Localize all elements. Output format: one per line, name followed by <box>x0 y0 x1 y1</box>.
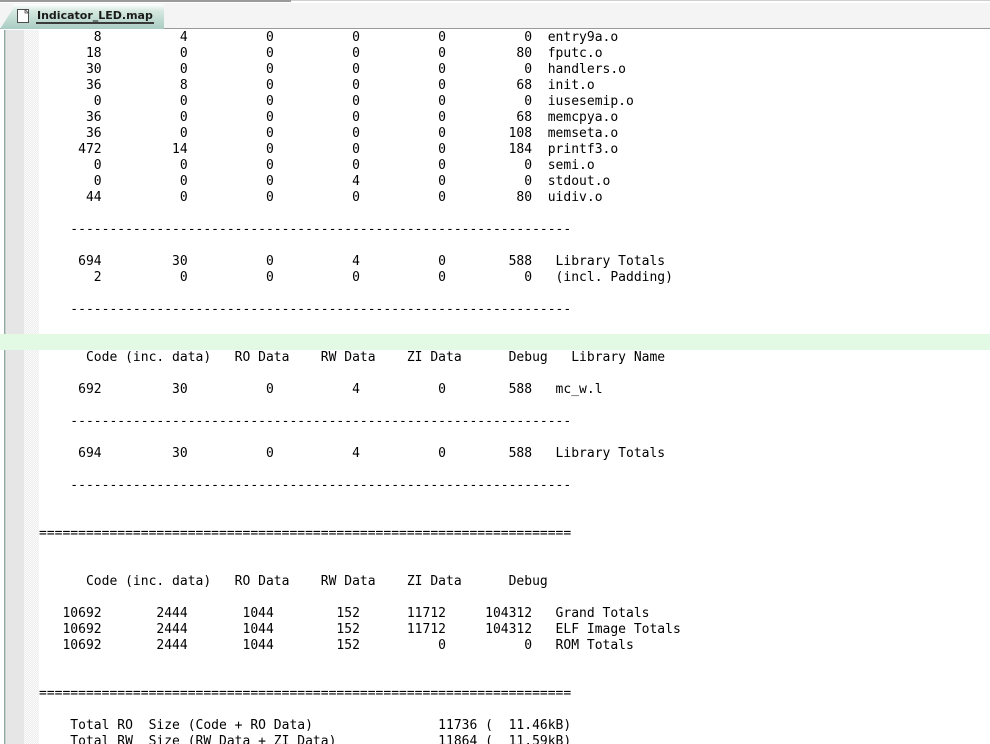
code-line-text: ========================================… <box>39 526 572 541</box>
code-line-text: 694 30 0 4 0 588 Library Totals <box>39 446 666 461</box>
code-line-text: Code (inc. data) RO Data RW Data ZI Data… <box>39 350 666 365</box>
code-line[interactable]: 472 14 0 0 0 184 printf3.o <box>0 142 990 158</box>
code-line[interactable]: 2 0 0 0 0 0 (incl. Padding) <box>0 270 990 286</box>
code-line-text: 10692 2444 1044 152 11712 104312 ELF Ima… <box>39 622 681 637</box>
code-line[interactable] <box>0 430 990 446</box>
code-editor[interactable]: 8 4 0 0 0 0 entry9a.o 18 0 0 0 0 80 fput… <box>0 30 990 744</box>
code-line[interactable]: Code (inc. data) RO Data RW Data ZI Data… <box>0 350 990 366</box>
code-line[interactable]: ----------------------------------------… <box>0 478 990 494</box>
code-line-text: 36 8 0 0 0 68 init.o <box>39 78 595 93</box>
code-line[interactable] <box>0 542 990 558</box>
code-line[interactable]: 44 0 0 0 0 80 uidiv.o <box>0 190 990 206</box>
code-line-text: 10692 2444 1044 152 0 0 ROM Totals <box>39 638 634 653</box>
code-line-text: 36 0 0 0 0 68 memcpya.o <box>39 110 619 125</box>
tab-indicator-led-map[interactable]: Indicator_LED.map <box>13 4 164 29</box>
tab-label: Indicator_LED.map <box>36 9 154 24</box>
code-line-text: Code (inc. data) RO Data RW Data ZI Data… <box>39 574 548 589</box>
code-line[interactable]: ========================================… <box>0 526 990 542</box>
code-line[interactable]: 36 8 0 0 0 68 init.o <box>0 78 990 94</box>
code-line[interactable]: ----------------------------------------… <box>0 302 990 318</box>
code-line[interactable] <box>0 206 990 222</box>
code-line-text: 0 0 0 0 0 0 semi.o <box>39 158 595 173</box>
document-icon <box>17 9 30 23</box>
code-line[interactable]: 692 30 0 4 0 588 mc_w.l <box>0 382 990 398</box>
code-line-text: Total RW Size (RW Data + ZI Data) 11864 … <box>39 734 572 744</box>
code-line-text: 472 14 0 0 0 184 printf3.o <box>39 142 619 157</box>
code-line[interactable] <box>0 334 990 350</box>
editor-text-area[interactable]: 8 4 0 0 0 0 entry9a.o 18 0 0 0 0 80 fput… <box>0 30 990 744</box>
code-line-text: 30 0 0 0 0 0 handlers.o <box>39 62 626 77</box>
code-line[interactable] <box>0 702 990 718</box>
code-line-text: 2 0 0 0 0 0 (incl. Padding) <box>39 270 673 285</box>
code-line[interactable]: 36 0 0 0 0 108 memseta.o <box>0 126 990 142</box>
code-line-text: 8 4 0 0 0 0 entry9a.o <box>39 30 619 45</box>
code-line[interactable] <box>0 510 990 526</box>
code-line[interactable]: 10692 2444 1044 152 11712 104312 ELF Ima… <box>0 622 990 638</box>
code-line[interactable]: ----------------------------------------… <box>0 414 990 430</box>
code-line-text: 10692 2444 1044 152 11712 104312 Grand T… <box>39 606 650 621</box>
code-line[interactable] <box>0 462 990 478</box>
window-top-rule-right <box>291 0 990 1</box>
code-line[interactable]: ----------------------------------------… <box>0 222 990 238</box>
code-line[interactable] <box>0 558 990 574</box>
code-line[interactable]: Total RO Size (Code + RO Data) 11736 ( 1… <box>0 718 990 734</box>
editor-tab-bar: Indicator_LED.map <box>0 2 990 29</box>
code-line[interactable] <box>0 286 990 302</box>
code-line[interactable] <box>0 654 990 670</box>
code-line[interactable] <box>0 494 990 510</box>
code-line-text: Total RO Size (Code + RO Data) 11736 ( 1… <box>39 718 572 733</box>
code-line-text: 0 0 0 0 0 0 iusesemip.o <box>39 94 634 109</box>
code-line-text: 18 0 0 0 0 80 fputc.o <box>39 46 603 61</box>
code-line[interactable]: 30 0 0 0 0 0 handlers.o <box>0 62 990 78</box>
code-line[interactable] <box>0 366 990 382</box>
code-line-text: 694 30 0 4 0 588 Library Totals <box>39 254 666 269</box>
code-line[interactable]: 8 4 0 0 0 0 entry9a.o <box>0 30 990 46</box>
code-line[interactable]: 36 0 0 0 0 68 memcpya.o <box>0 110 990 126</box>
code-line-text: ----------------------------------------… <box>39 478 572 493</box>
code-line[interactable]: 10692 2444 1044 152 11712 104312 Grand T… <box>0 606 990 622</box>
code-line[interactable]: Total RW Size (RW Data + ZI Data) 11864 … <box>0 734 990 744</box>
code-line[interactable]: 0 0 0 0 0 0 iusesemip.o <box>0 94 990 110</box>
tab-bar-highlight <box>0 2 990 3</box>
code-line[interactable] <box>0 670 990 686</box>
code-line-text: 0 0 0 4 0 0 stdout.o <box>39 174 611 189</box>
code-line[interactable]: 694 30 0 4 0 588 Library Totals <box>0 446 990 462</box>
code-line-text: ----------------------------------------… <box>39 302 572 317</box>
code-line-text: ----------------------------------------… <box>39 414 572 429</box>
code-line-text: 44 0 0 0 0 80 uidiv.o <box>39 190 603 205</box>
code-line-text: 36 0 0 0 0 108 memseta.o <box>39 126 619 141</box>
code-line-text: ----------------------------------------… <box>39 222 572 237</box>
code-line[interactable] <box>0 238 990 254</box>
code-line[interactable]: 0 0 0 0 0 0 semi.o <box>0 158 990 174</box>
code-line[interactable]: 694 30 0 4 0 588 Library Totals <box>0 254 990 270</box>
code-line[interactable]: 0 0 0 4 0 0 stdout.o <box>0 174 990 190</box>
code-line-text: 692 30 0 4 0 588 mc_w.l <box>39 382 603 397</box>
code-line[interactable] <box>0 590 990 606</box>
code-line[interactable]: ========================================… <box>0 686 990 702</box>
code-line[interactable] <box>0 398 990 414</box>
code-line[interactable]: 18 0 0 0 0 80 fputc.o <box>0 46 990 62</box>
code-line[interactable]: Code (inc. data) RO Data RW Data ZI Data… <box>0 574 990 590</box>
code-line-text: ========================================… <box>39 686 572 701</box>
code-line[interactable]: 10692 2444 1044 152 0 0 ROM Totals <box>0 638 990 654</box>
code-line[interactable] <box>0 318 990 334</box>
